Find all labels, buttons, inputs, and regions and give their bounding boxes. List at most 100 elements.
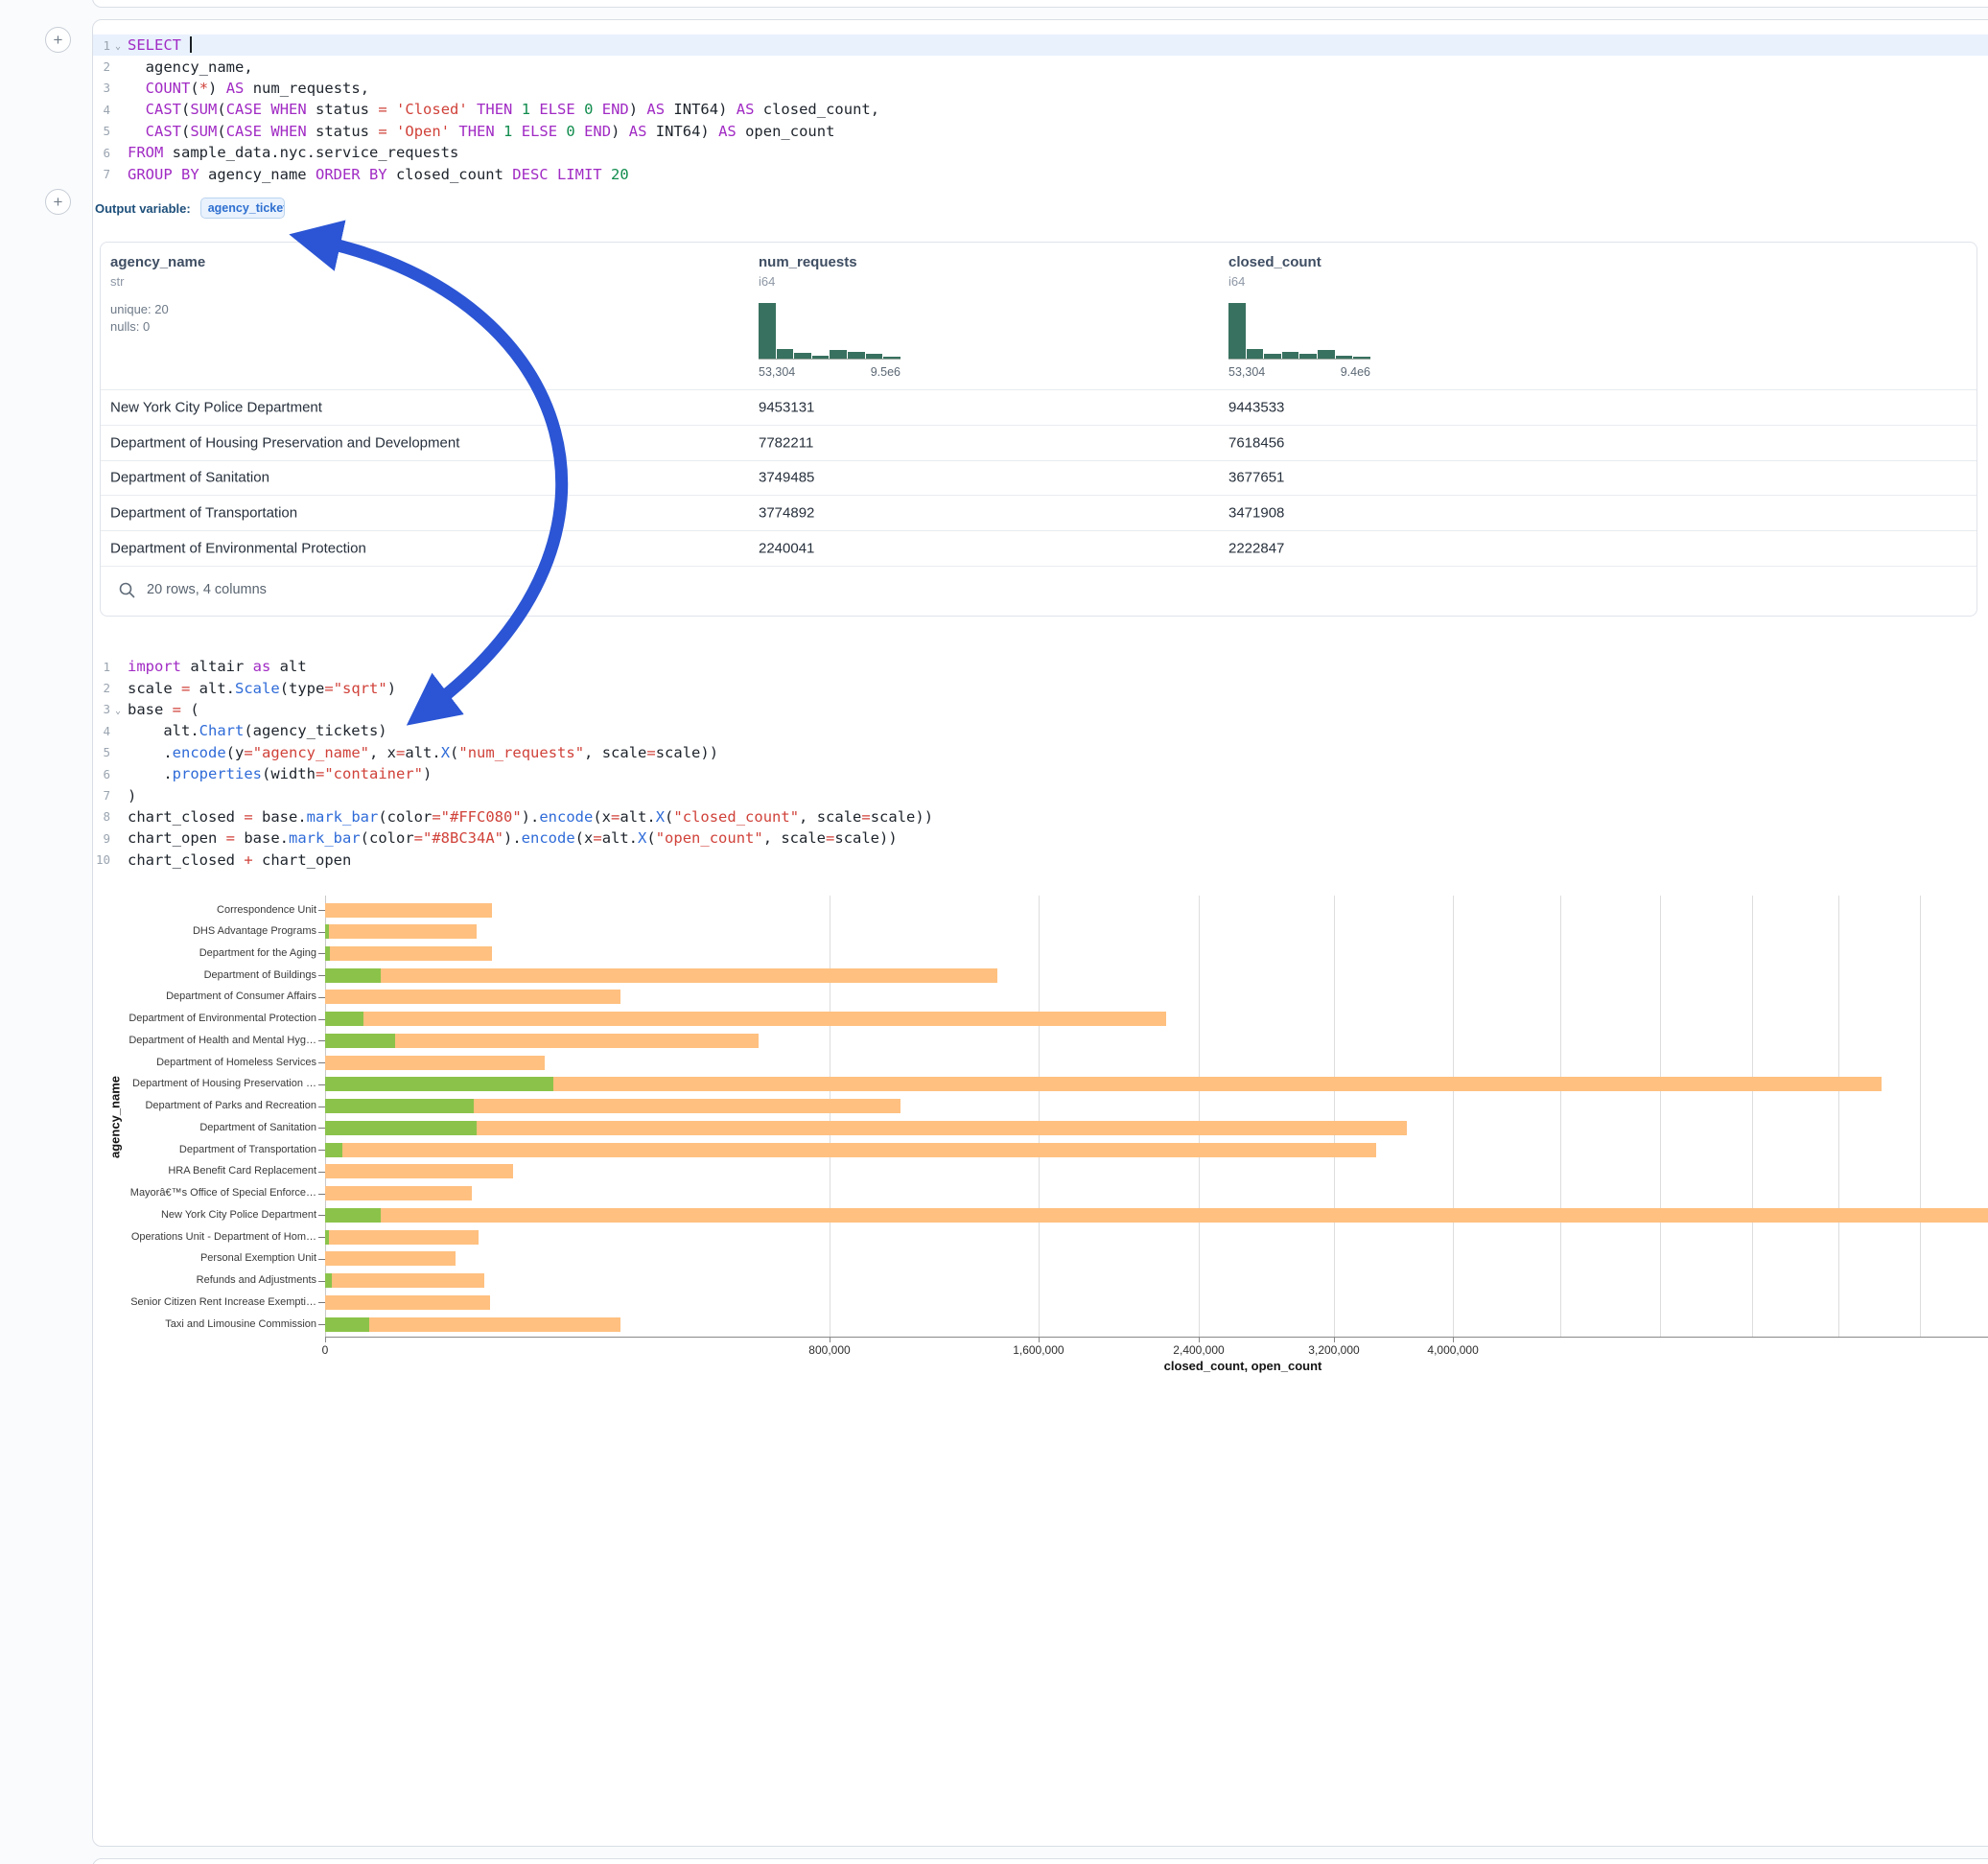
table-cell-closed_count: 3677651 <box>1228 470 1284 486</box>
code-line-3[interactable]: 3⌄base = ( <box>93 699 1988 720</box>
next-cell-edge <box>92 1858 1988 1864</box>
y-axis-tick <box>318 1084 325 1085</box>
y-axis-label: Mayorâ€™s Office of Special Enforce… <box>0 1187 316 1199</box>
code-text: scale = alt.Scale(type="sqrt") <box>126 680 396 697</box>
y-axis-tick <box>318 1150 325 1151</box>
y-axis-label: Taxi and Limousine Commission <box>0 1318 316 1330</box>
table-row[interactable]: New York City Police Department945313194… <box>101 389 1976 425</box>
bar-open-count <box>325 968 381 983</box>
y-axis-label: Senior Citizen Rent Increase Exempti… <box>0 1296 316 1308</box>
y-axis-label: Correspondence Unit <box>0 904 316 916</box>
code-line-1[interactable]: 1⌄SELECT <box>93 35 1988 56</box>
chevron-spacer <box>110 837 126 840</box>
line-number: 3 <box>93 702 110 716</box>
code-text: ) <box>126 787 136 804</box>
code-line-6[interactable]: 6 .properties(width="container") <box>93 763 1988 784</box>
bar-closed-count <box>325 1295 490 1310</box>
code-line-10[interactable]: 10chart_closed + chart_open <box>93 850 1988 871</box>
table-row[interactable]: Department of Sanitation37494853677651 <box>101 460 1976 496</box>
python-editor[interactable]: 1import altair as alt 2 scale = alt.Scale(… <box>93 656 1988 871</box>
bar-open-count <box>325 1273 332 1288</box>
previous-cell-edge <box>92 0 1988 8</box>
x-axis-tick <box>1039 1337 1040 1342</box>
y-axis-tick <box>318 1259 325 1260</box>
line-number: 7 <box>93 167 110 181</box>
y-axis-tick <box>318 1237 325 1238</box>
table-row[interactable]: Department of Housing Preservation and D… <box>101 425 1976 460</box>
gridline <box>1560 896 1561 1337</box>
bar-open-count <box>325 1230 329 1245</box>
y-axis-tick <box>318 910 325 911</box>
gridline <box>1838 896 1839 1337</box>
chevron-spacer <box>110 751 126 754</box>
output-variable-chip[interactable]: agency_tickets <box>200 198 285 219</box>
table-row[interactable]: Department of Transportation377489234719… <box>101 495 1976 530</box>
search-icon[interactable] <box>117 580 136 599</box>
line-number: 5 <box>93 124 110 138</box>
y-axis-tick <box>318 932 325 933</box>
y-axis-label: Operations Unit - Department of Hom… <box>0 1231 316 1243</box>
bar-closed-count <box>325 1121 1407 1135</box>
bar-open-count <box>325 1143 342 1157</box>
bar-open-count <box>325 1208 381 1223</box>
x-axis-tick-label: 3,200,000 <box>1308 1343 1359 1357</box>
code-line-4[interactable]: 4 CAST(SUM(CASE WHEN status = 'Closed' T… <box>93 99 1988 120</box>
result-table: agency_namestrunique: 20nulls: 0num_requ… <box>100 242 1977 617</box>
column-meta: unique: 20 <box>110 302 169 316</box>
line-number: 2 <box>93 681 110 695</box>
bar-open-count <box>325 1034 395 1048</box>
code-line-6[interactable]: 6 FROM sample_data.nyc.service_requests <box>93 142 1988 163</box>
y-axis-label: Department of Housing Preservation … <box>0 1078 316 1089</box>
y-axis-tick <box>318 997 325 998</box>
gridline <box>1039 896 1040 1337</box>
code-line-8[interactable]: 8chart_closed = base.mark_bar(color="#FF… <box>93 806 1988 827</box>
y-axis-line <box>325 896 326 1337</box>
line-number: 1 <box>93 660 110 674</box>
code-line-2[interactable]: 2 scale = alt.Scale(type="sqrt") <box>93 677 1988 698</box>
table-cell-num_requests: 7782211 <box>759 434 813 451</box>
bar-closed-count <box>325 1251 456 1266</box>
code-line-1[interactable]: 1import altair as alt <box>93 656 1988 677</box>
y-axis-tick <box>318 1172 325 1173</box>
add-cell-button-top[interactable]: + <box>45 27 71 53</box>
x-axis-line <box>325 1337 1988 1338</box>
code-line-2[interactable]: 2 agency_name, <box>93 56 1988 77</box>
gridline <box>1660 896 1661 1337</box>
collapse-chevron-icon[interactable]: ⌄ <box>110 38 126 52</box>
code-line-7[interactable]: 7GROUP BY agency_name ORDER BY closed_co… <box>93 163 1988 184</box>
code-line-3[interactable]: 3 COUNT(*) AS num_requests, <box>93 78 1988 99</box>
chevron-spacer <box>110 815 126 818</box>
bar-closed-count <box>325 1056 545 1070</box>
y-axis-tick <box>318 1281 325 1282</box>
code-text: SELECT <box>126 36 192 54</box>
chevron-spacer <box>110 86 126 89</box>
line-number: 7 <box>93 788 110 803</box>
x-axis-tick <box>325 1337 326 1342</box>
y-axis-label: DHS Advantage Programs <box>0 925 316 937</box>
sql-editor[interactable]: 1⌄SELECT 2 agency_name,3 COUNT(*) AS num… <box>93 35 1988 185</box>
table-cell-agency_name: Department of Environmental Protection <box>110 541 366 557</box>
y-axis-tick <box>318 1019 325 1020</box>
chevron-spacer <box>110 65 126 68</box>
add-cell-button-middle[interactable]: + <box>45 189 71 215</box>
table-row[interactable]: Department of Environmental Protection 22… <box>101 530 1976 566</box>
code-text: FROM sample_data.nyc.service_requests <box>126 144 458 161</box>
code-line-5[interactable]: 5 .encode(y="agency_name", x=alt.X("num_… <box>93 742 1988 763</box>
code-line-9[interactable]: 9chart_open = base.mark_bar(color="#8BC3… <box>93 827 1988 849</box>
column-header: agency_name <box>110 254 205 270</box>
line-number: 6 <box>93 146 110 160</box>
x-axis-tick-label: 0 <box>322 1343 329 1357</box>
code-line-5[interactable]: 5 CAST(SUM(CASE WHEN status = 'Open' THE… <box>93 121 1988 142</box>
y-axis-label: Department of Buildings <box>0 969 316 981</box>
table-cell-agency_name: Department of Sanitation <box>110 470 269 486</box>
output-variable-label: Output variable: <box>95 201 191 216</box>
line-number: 6 <box>93 767 110 781</box>
gridline <box>1453 896 1454 1337</box>
table-cell-closed_count: 2222847 <box>1228 541 1284 557</box>
code-line-4[interactable]: 4 alt.Chart(agency_tickets) <box>93 720 1988 741</box>
y-axis-label: Department of Consumer Affairs <box>0 990 316 1002</box>
code-line-7[interactable]: 7) <box>93 784 1988 805</box>
collapse-chevron-icon[interactable]: ⌄ <box>110 703 126 716</box>
bar-closed-count <box>325 1012 1166 1026</box>
code-text: base = ( <box>126 701 199 718</box>
